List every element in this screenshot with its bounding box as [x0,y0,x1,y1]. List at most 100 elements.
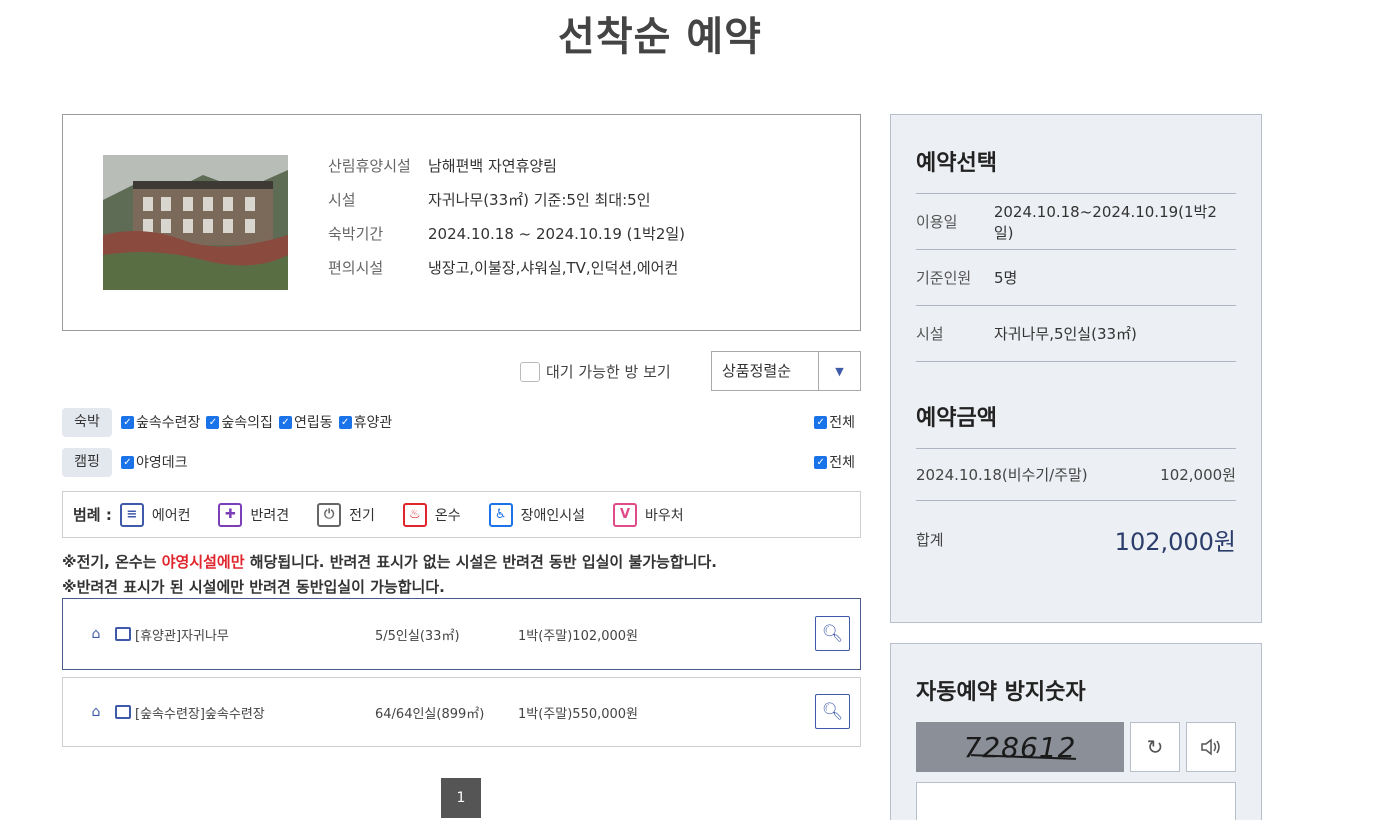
facility-photo [103,155,288,290]
filter-option[interactable]: ✓ 숲속수련장 [121,412,200,432]
lodging-select-all[interactable]: ✓ 전체 [814,412,855,432]
checkbox-checked[interactable]: ✓ [278,415,292,429]
summary-key: 시설 [916,325,944,343]
facility-label: 편의시설 [328,259,384,277]
room-row[interactable]: ⌂ [숲속수련장]숲속수련장 64/64인실(899㎡) 1박(주말)550,0… [62,677,861,747]
legend-label: 바우처 [645,507,684,524]
room-capacity: 5/5인실(33㎡) [375,628,460,644]
captcha-row: 728612 ↻ [916,722,1236,772]
facility-row: 편의시설 냉장고,이불장,샤워실,TV,인덕션,에어컨 [328,257,685,291]
notice-text: ※전기, 온수는 [62,553,162,571]
filter-option-label: 야영데크 [136,455,188,471]
summary-heading: 예약선택 [916,145,1236,194]
notice-line-2: ※반려견 표시가 된 시설에만 반려견 동반입실이 가능합니다. [62,578,445,596]
filter-option[interactable]: ✓ 휴양관 [338,412,393,432]
total-row: 합계 102,000원 [916,501,1236,577]
summary-key: 이용일 [916,213,958,231]
facility-row: 산림휴양시설 남해편백 자연휴양림 [328,155,685,189]
notice-highlight: 야영시설에만 [161,553,245,571]
filter-option-label: 숲속의집 [221,415,273,431]
search-icon[interactable]: 🔍︎ [815,616,850,651]
room-name: [휴양관]자귀나무 [135,628,229,644]
summary-row: 이용일 2024.10.18~2024.10.19(1박2일) [916,194,1236,250]
filter-option[interactable]: ✓ 야영데크 [121,452,188,472]
checkbox-checked[interactable]: ✓ [814,415,828,429]
sort-select[interactable]: 상품정렬순 ▼ [711,351,861,391]
legend-label: 장애인시설 [520,507,586,524]
notice-text: 해당됩니다. 반려견 표시가 없는 시설은 반려견 동반 입실이 불가능합니다. [244,553,717,571]
speaker-icon[interactable] [1186,722,1236,772]
checkbox-checked[interactable]: ✓ [121,455,134,469]
room-info: ⌂ [휴양관]자귀나무 5/5인실(33㎡) 1박(주말)102,000원 [87,599,638,669]
summary-value: 자귀나무,5인실(33㎡) [994,325,1137,343]
dog-icon: ✚ [218,502,243,527]
legend-label: 반려견 [250,507,290,524]
filter-option[interactable]: ✓ 연립동 [278,412,333,432]
summary-value: 5명 [994,269,1018,287]
price-date: 2024.10.18(비수기/주말) [916,466,1088,484]
price-amount: 102,000원 [1160,466,1236,484]
page-title: 선착순 예약 [558,14,762,60]
reservation-summary: 예약선택 이용일 2024.10.18~2024.10.19(1박2일) 기준인… [890,114,1262,623]
wait-available-toggle[interactable]: 대기 가능한 방 보기 [520,361,671,382]
captcha-input[interactable] [916,782,1236,820]
wait-available-checkbox[interactable] [520,361,540,382]
facility-value: 2024.10.18 ~ 2024.10.19 (1박2일) [428,225,686,243]
filter-option-label: 휴양관 [353,415,393,431]
room-capacity: 64/64인실(899㎡) [375,706,485,722]
facility-label: 숙박기간 [328,225,384,243]
search-icon[interactable]: 🔍︎ [815,694,850,729]
air-conditioner-icon [115,705,131,719]
lodging-filter-row: 숙박 ✓ 숲속수련장 ✓ 숲속의집 ✓ 연립동 ✓ 휴양관 ✓ 전체 [62,407,861,437]
legend-item: ⏻ 전기 [317,502,375,527]
legend-item: ♿ 장애인시설 [488,502,586,527]
summary-row: 시설 자귀나무,5인실(33㎡) [916,306,1236,362]
total-value: 102,000원 [1114,527,1236,556]
checkbox-checked[interactable]: ✓ [206,415,220,429]
captcha-title: 자동예약 방지숫자 [916,680,1086,705]
facility-value: 자귀나무(33㎡) 기준:5인 최대:5인 [428,191,651,209]
checkbox-checked[interactable]: ✓ [121,415,134,429]
lodging-tag: 숙박 [62,407,112,437]
refresh-icon[interactable]: ↻ [1130,722,1180,772]
legend-item: V 바우처 [613,502,684,527]
room-row[interactable]: ⌂ [휴양관]자귀나무 5/5인실(33㎡) 1박(주말)102,000원 🔍︎ [62,598,861,670]
camping-tag: 캠핑 [62,447,112,477]
price-heading: 예약금액 [916,400,1236,449]
legend-label: 전기 [349,507,375,524]
wheelchair-icon: ♿ [488,502,513,527]
checkbox-checked[interactable]: ✓ [338,415,352,429]
room-name: [숲속수련장]숲속수련장 [135,706,265,722]
facility-value: 남해편백 자연휴양림 [428,157,557,175]
facility-label: 시설 [328,191,356,209]
summary-value: 2024.10.18~2024.10.19(1박2일) [993,202,1217,242]
hot-water-icon: ♨ [402,502,427,527]
notice-line-1: ※전기, 온수는 야영시설에만 해당됩니다. 반려견 표시가 없는 시설은 반려… [62,551,717,572]
sort-select-value: 상품정렬순 [722,362,792,380]
legend-item: ♨ 온수 [402,502,461,527]
legend-item: ≡ 에어컨 [119,502,191,527]
captcha-image: 728612 [916,722,1124,772]
chevron-down-icon[interactable]: ▼ [818,352,860,390]
legend-label: 온수 [434,507,461,524]
select-all-label: 전체 [829,415,855,431]
camping-select-all[interactable]: ✓ 전체 [814,452,855,472]
wait-available-label: 대기 가능한 방 보기 [546,363,671,381]
filter-option[interactable]: ✓ 숲속의집 [206,412,273,432]
facility-label: 산림휴양시설 [328,157,411,175]
checkbox-checked[interactable]: ✓ [814,455,828,469]
total-label: 합계 [916,530,944,549]
air-conditioner-icon [115,627,131,641]
pagination-page-1[interactable]: 1 [441,778,481,818]
room-price: 1박(주말)102,000원 [518,628,639,644]
camping-filter-row: 캠핑 ✓ 야영데크 ✓ 전체 [62,447,861,477]
filter-option-label: 숲속수련장 [136,415,201,431]
captcha-panel: 자동예약 방지숫자 728612 ↻ [890,643,1262,820]
summary-key: 기준인원 [916,269,972,287]
legend-bar: 범례 : ≡ 에어컨 ✚ 반려견 ⏻ 전기 ♨ 온수 ♿ 장애인시설 V 바우처 [62,491,861,538]
legend-label: 에어컨 [151,507,191,524]
legend-item: ✚ 반려견 [218,502,290,527]
room-info: ⌂ [숲속수련장]숲속수련장 64/64인실(899㎡) 1박(주말)550,0… [87,678,638,746]
facility-row: 시설 자귀나무(33㎡) 기준:5인 최대:5인 [328,189,685,223]
facility-info-card: 산림휴양시설 남해편백 자연휴양림 시설 자귀나무(33㎡) 기준:5인 최대:… [62,114,861,331]
